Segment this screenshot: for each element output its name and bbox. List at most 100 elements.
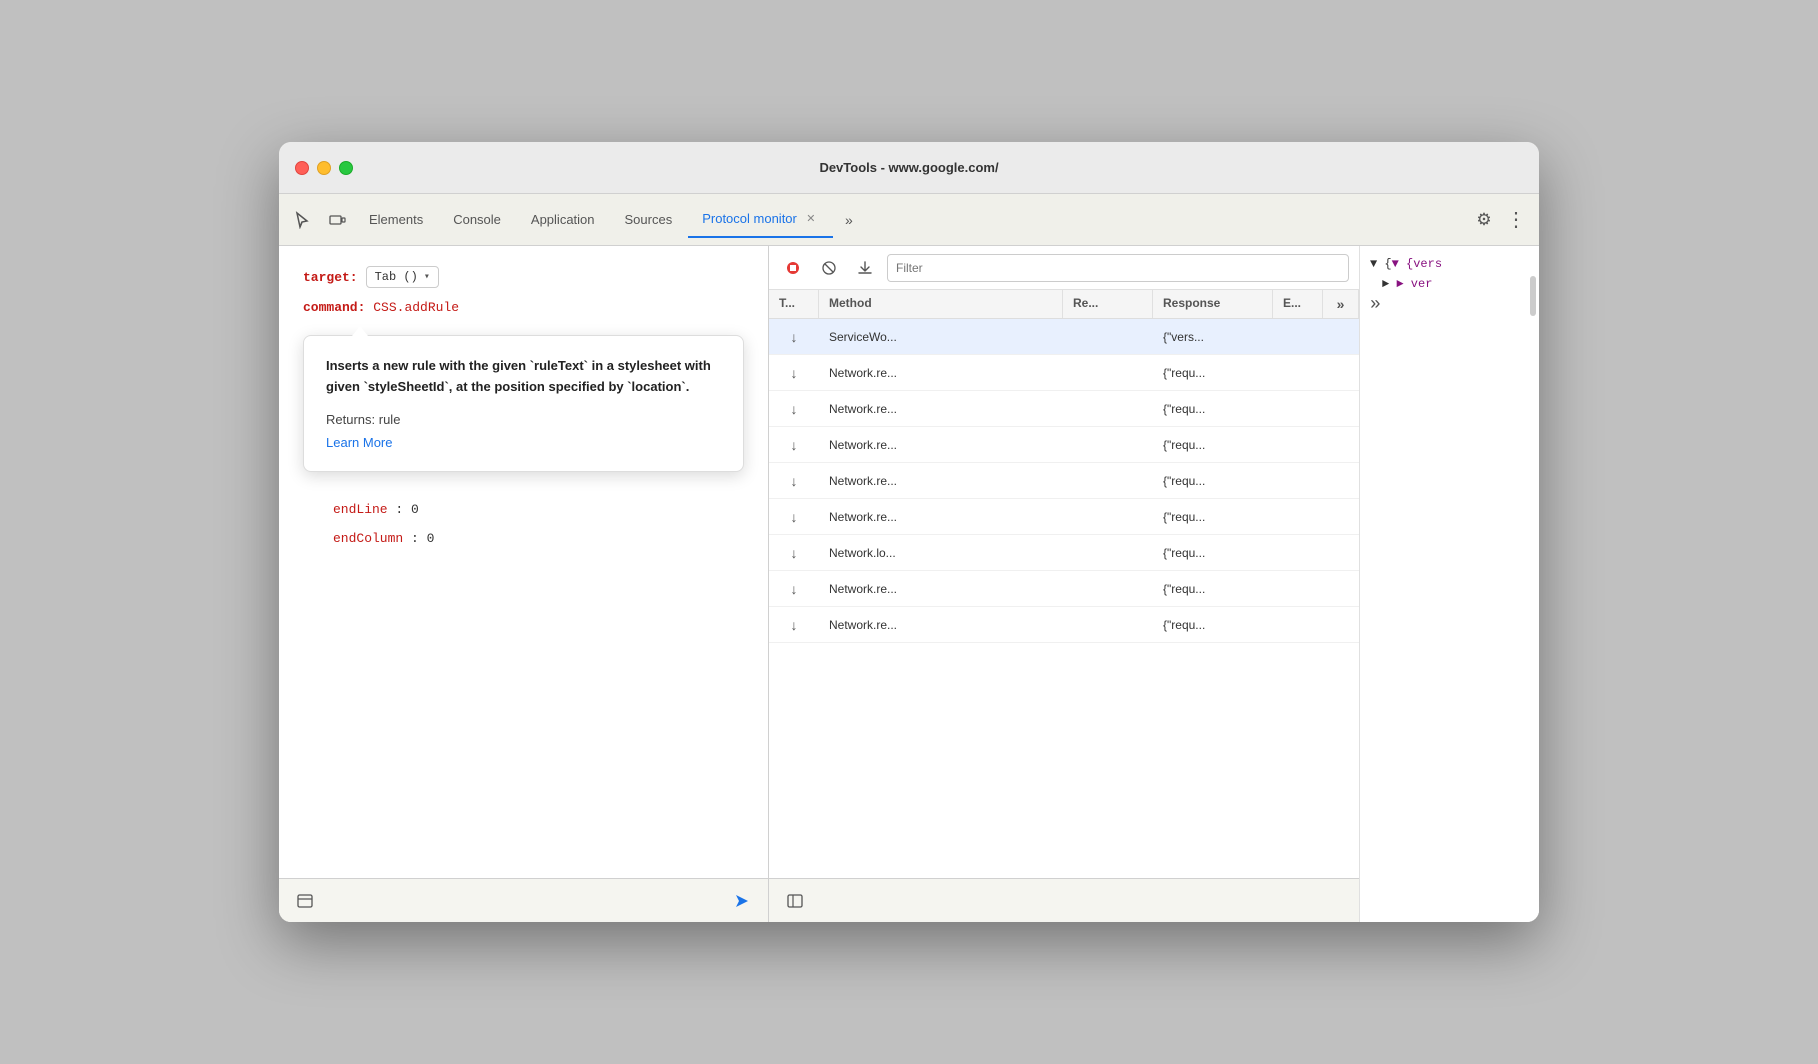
tooltip-popup: Inserts a new rule with the given `ruleT… — [303, 335, 744, 472]
sidebar-toggle-button[interactable] — [291, 887, 319, 915]
protocol-bottom-bar — [769, 878, 1359, 922]
row-e — [1273, 619, 1323, 631]
row-re — [1063, 331, 1153, 343]
filter-input[interactable] — [887, 254, 1349, 282]
target-dropdown[interactable]: Tab () ▾ — [366, 266, 439, 288]
row-response: {"requ... — [1153, 468, 1273, 494]
more-tabs-button[interactable]: » — [835, 206, 863, 234]
clear-button[interactable] — [815, 254, 843, 282]
row-response: {"requ... — [1153, 576, 1273, 602]
th-more[interactable]: » — [1323, 290, 1359, 318]
tooltip-arrow — [352, 326, 368, 336]
maximize-button[interactable] — [339, 161, 353, 175]
close-button[interactable] — [295, 161, 309, 175]
tooltip-description: Inserts a new rule with the given `ruleT… — [326, 356, 721, 398]
row-type: ↓ — [769, 467, 819, 495]
traffic-lights — [295, 161, 353, 175]
param-endline-sep: : — [395, 502, 403, 517]
row-e — [1273, 475, 1323, 487]
right-panel: T... Method Re... Response E... » ↓ Serv… — [769, 246, 1539, 922]
settings-button[interactable]: ⚙ — [1469, 205, 1499, 235]
left-panel-content: target: Tab () ▾ command: CSS.addRule — [279, 246, 768, 878]
row-response: {"requ... — [1153, 360, 1273, 386]
row-type: ↓ — [769, 359, 819, 387]
row-e — [1273, 583, 1323, 595]
protocol-table[interactable]: T... Method Re... Response E... » ↓ Serv… — [769, 290, 1359, 878]
title-bar: DevTools - www.google.com/ — [279, 142, 1539, 194]
row-re — [1063, 511, 1153, 523]
code-params: endLine : 0 endColumn : 0 — [303, 502, 744, 546]
th-re: Re... — [1063, 290, 1153, 318]
row-response: {"requ... — [1153, 396, 1273, 422]
param-endcolumn-name: endColumn — [333, 531, 403, 546]
table-row[interactable]: ↓ ServiceWo... {"vers... — [769, 319, 1359, 355]
row-response: {"vers... — [1153, 324, 1273, 350]
target-line: target: Tab () ▾ — [303, 266, 744, 288]
detail-panel: ▼ {▼ {vers ► ► ver » — [1359, 246, 1539, 922]
left-panel-bottom-bar — [279, 878, 768, 922]
kebab-menu-button[interactable]: ⋮ — [1501, 205, 1531, 235]
row-type: ↓ — [769, 503, 819, 531]
expand-icon[interactable]: ▼ — [1370, 257, 1377, 271]
row-re — [1063, 403, 1153, 415]
row-type: ↓ — [769, 611, 819, 639]
protocol-toolbar — [769, 246, 1359, 290]
tab-close-icon[interactable]: ✕ — [803, 211, 819, 227]
send-button[interactable] — [728, 887, 756, 915]
table-row[interactable]: ↓ Network.re... {"requ... — [769, 499, 1359, 535]
table-row[interactable]: ↓ Network.re... {"requ... — [769, 607, 1359, 643]
row-method: Network.re... — [819, 468, 1063, 494]
row-method: ServiceWo... — [819, 324, 1063, 350]
param-endline-name: endLine — [333, 502, 388, 517]
row-method: Network.re... — [819, 360, 1063, 386]
table-row[interactable]: ↓ Network.re... {"requ... — [769, 427, 1359, 463]
table-row[interactable]: ↓ Network.re... {"requ... — [769, 571, 1359, 607]
row-e — [1273, 331, 1323, 343]
row-response: {"requ... — [1153, 504, 1273, 530]
table-row[interactable]: ↓ Network.re... {"requ... — [769, 463, 1359, 499]
export-button[interactable] — [851, 254, 879, 282]
param-line-endcolumn: endColumn : 0 — [303, 531, 744, 546]
detail-more-button[interactable]: » — [1370, 295, 1529, 315]
table-row[interactable]: ↓ Network.re... {"requ... — [769, 391, 1359, 427]
row-e — [1273, 439, 1323, 451]
row-response: {"requ... — [1153, 612, 1273, 638]
collapse-panel-button[interactable] — [781, 887, 809, 915]
collapse-icon[interactable]: ► — [1382, 277, 1389, 291]
table-header: T... Method Re... Response E... » — [769, 290, 1359, 319]
row-type: ↓ — [769, 431, 819, 459]
row-e — [1273, 367, 1323, 379]
record-stop-button[interactable] — [779, 254, 807, 282]
tab-application[interactable]: Application — [517, 202, 609, 238]
table-row[interactable]: ↓ Network.re... {"requ... — [769, 355, 1359, 391]
tab-elements[interactable]: Elements — [355, 202, 437, 238]
row-method: Network.re... — [819, 576, 1063, 602]
scrollbar-thumb — [1530, 276, 1536, 316]
minimize-button[interactable] — [317, 161, 331, 175]
param-endline-value: 0 — [411, 502, 419, 517]
cursor-icon-btn[interactable] — [287, 204, 319, 236]
learn-more-link[interactable]: Learn More — [326, 435, 392, 450]
row-e — [1273, 511, 1323, 523]
param-endcolumn-sep: : — [411, 531, 419, 546]
row-type: ↓ — [769, 539, 819, 567]
command-label: command: — [303, 300, 365, 315]
row-re — [1063, 619, 1153, 631]
detail-tree: ▼ {▼ {vers ► ► ver — [1370, 254, 1529, 295]
device-toolbar-icon-btn[interactable] — [321, 204, 353, 236]
command-value: CSS.addRule — [373, 300, 459, 315]
left-panel: target: Tab () ▾ command: CSS.addRule — [279, 246, 769, 922]
row-method: Network.re... — [819, 504, 1063, 530]
row-method: Network.re... — [819, 396, 1063, 422]
tab-console[interactable]: Console — [439, 202, 515, 238]
detail-line-1: ▼ {▼ {vers — [1370, 254, 1529, 274]
param-line-endline: endLine : 0 — [303, 502, 744, 517]
devtools-window: DevTools - www.google.com/ Elements Cons… — [279, 142, 1539, 922]
th-e: E... — [1273, 290, 1323, 318]
row-re — [1063, 439, 1153, 451]
row-response: {"requ... — [1153, 540, 1273, 566]
tab-sources[interactable]: Sources — [611, 202, 687, 238]
table-row[interactable]: ↓ Network.lo... {"requ... — [769, 535, 1359, 571]
tab-protocol-monitor[interactable]: Protocol monitor ✕ — [688, 202, 833, 238]
row-method: Network.re... — [819, 432, 1063, 458]
